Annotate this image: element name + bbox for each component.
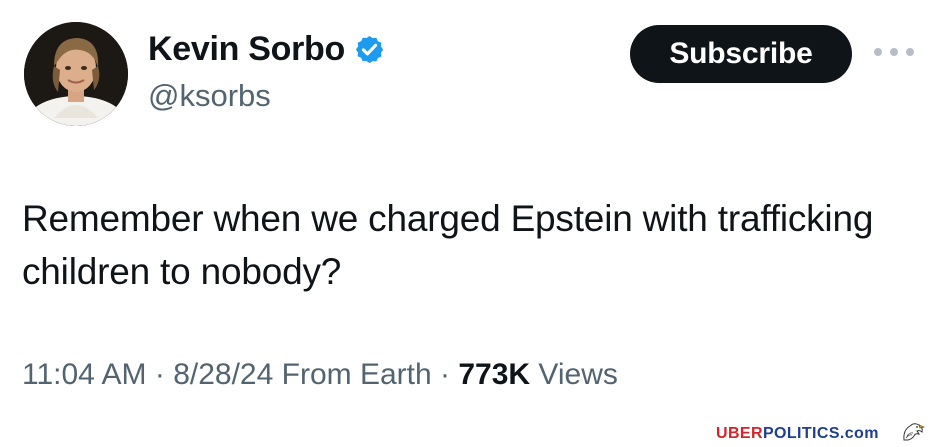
subscribe-button[interactable]: Subscribe [630,25,852,83]
views-label: Views [530,358,618,391]
tweet-time[interactable]: 11:04 AM [22,358,147,391]
watermark-politics: POLITICS.com [762,425,879,442]
avatar-photo-icon [24,22,128,126]
author-display-name[interactable]: Kevin Sorbo [148,30,345,69]
meta-separator: · [431,358,459,391]
tweet-text: Remember when we charged Epstein with tr… [22,198,874,292]
tweet-meta: 11:04 AM · 8/28/24 From Earth · 773K Vie… [22,358,618,392]
more-dot [906,48,914,56]
avatar[interactable] [24,22,128,126]
more-dot [874,48,882,56]
more-dot [890,48,898,56]
eagle-icon [900,420,926,444]
verified-badge-icon [354,34,385,65]
author-handle[interactable]: @ksorbs [148,78,271,114]
watermark-logo: UBERPOLITICS.com [716,425,879,443]
tweet-date[interactable]: 8/28/24 [173,358,273,391]
watermark-uber: UBER [716,425,763,442]
more-options-icon[interactable] [874,46,914,58]
meta-separator: · [146,358,174,391]
views-count[interactable]: 773K [458,358,530,391]
author-name-row: Kevin Sorbo [148,30,385,69]
tweet-source: From Earth [273,358,432,391]
